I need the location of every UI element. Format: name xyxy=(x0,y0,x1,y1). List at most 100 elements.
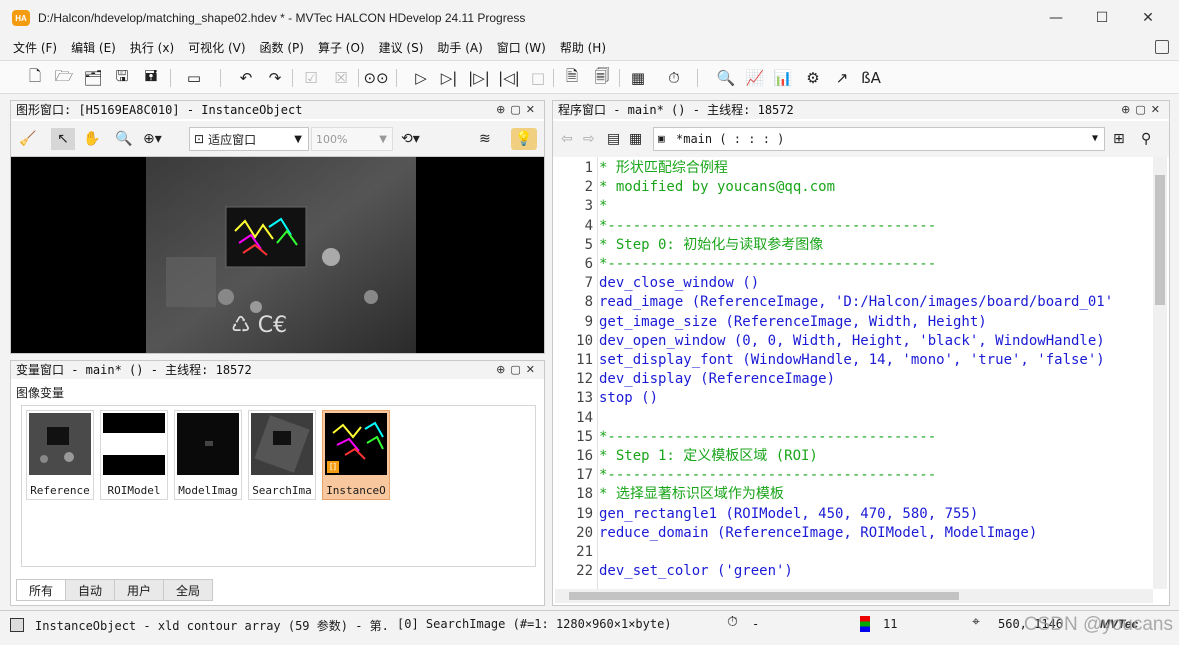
forward-arrow-icon[interactable]: ⇨ xyxy=(583,128,595,150)
zoom-tool-icon[interactable]: 🔍 xyxy=(115,128,132,150)
code-line[interactable]: 3 * xyxy=(555,197,1151,216)
menu-file[interactable]: 文件 (F) xyxy=(13,39,57,56)
tab-user[interactable]: 用户 xyxy=(114,579,165,601)
code-line[interactable]: 15 *-------------------------------------… xyxy=(555,428,1151,447)
run-icon[interactable]: ▷ xyxy=(410,67,432,89)
timer-icon[interactable]: ⏱ xyxy=(663,67,685,89)
procedure-list-icon[interactable]: ▤ xyxy=(607,128,620,150)
save-all-icon[interactable]: 🖬 xyxy=(140,67,162,89)
menu-suggestions[interactable]: 建议 (S) xyxy=(379,39,424,56)
graphics-window-title: 图形窗口: [H5169EA8C010] - InstanceObject xyxy=(11,101,544,119)
reset-program-icon[interactable]: 🗎 xyxy=(561,67,583,89)
menu-operators[interactable]: 算子 (O) xyxy=(318,39,365,56)
lightbulb-icon[interactable]: 💡 xyxy=(511,128,537,150)
fit-window-dropdown[interactable]: ⊡ 适应窗口 ▼ xyxy=(189,127,309,151)
feature-histogram-icon[interactable]: 📊 xyxy=(772,67,794,89)
code-line[interactable]: 11 set_display_font (WindowHandle, 14, 'm… xyxy=(555,351,1151,370)
step-out-icon[interactable]: |◁| xyxy=(498,67,520,89)
thumbnail-model-image[interactable]: ModelImag xyxy=(174,410,242,500)
thumbnail-search-image[interactable]: SearchIma xyxy=(248,410,316,500)
horizontal-scrollbar[interactable] xyxy=(555,589,1153,603)
code-line[interactable]: 21 xyxy=(555,543,1151,562)
code-line[interactable]: 20 reduce_domain (ReferenceImage, ROIMode… xyxy=(555,524,1151,543)
line-number: 14 xyxy=(576,409,593,426)
code-line[interactable]: 2 * modified by youcans@qq.com xyxy=(555,178,1151,197)
code-line[interactable]: 17 *-------------------------------------… xyxy=(555,466,1151,485)
find-binoculars-icon[interactable]: ⊙⊙ xyxy=(363,67,388,89)
deactivate-line-icon[interactable]: ☒ xyxy=(330,67,352,89)
procedure-settings-icon[interactable]: ⊞ xyxy=(1113,128,1125,150)
menu-procedures[interactable]: 函数 (P) xyxy=(260,39,304,56)
activate-line-icon[interactable]: ☑ xyxy=(300,67,322,89)
undo-icon[interactable]: ↶ xyxy=(235,67,257,89)
procedure-edit-icon[interactable]: ⚲ xyxy=(1141,128,1151,150)
maximize-button[interactable]: ☐ xyxy=(1088,6,1116,30)
new-file-icon[interactable]: 🗋 xyxy=(24,67,46,89)
menu-assistants[interactable]: 助手 (A) xyxy=(437,39,482,56)
code-line[interactable]: 18 * 选择显著标识区域作为模板 xyxy=(555,485,1151,504)
record-icon[interactable]: ▭ xyxy=(183,67,205,89)
stop-icon[interactable]: □ xyxy=(527,67,549,89)
menu-execute[interactable]: 执行 (x) xyxy=(130,39,174,56)
thumbnail-instance-object[interactable]: [] InstanceO xyxy=(322,410,390,500)
halcon-logo-icon: HA xyxy=(12,10,30,26)
redo-icon[interactable]: ↷ xyxy=(264,67,286,89)
code-line[interactable]: 9 get_image_size (ReferenceImage, Width, … xyxy=(555,313,1151,332)
zoom-level-dropdown[interactable]: 100% ▼ xyxy=(311,127,393,151)
open-file-icon[interactable]: 🗁 xyxy=(53,67,75,89)
minimize-button[interactable]: — xyxy=(1042,6,1070,30)
thumbnail-reference-image[interactable]: Reference xyxy=(26,410,94,500)
horizontal-scroll-thumb[interactable] xyxy=(569,592,959,600)
code-line[interactable]: 4 *--------------------------------------… xyxy=(555,217,1151,236)
context-help-icon[interactable] xyxy=(1155,40,1169,54)
vertical-scrollbar[interactable] xyxy=(1153,157,1167,589)
panel-controls[interactable]: ⊕▢✕ xyxy=(496,363,540,376)
code-line[interactable]: 8 read_image (ReferenceImage, 'D:/Halcon/… xyxy=(555,293,1151,312)
line-profile-icon[interactable]: ↗ xyxy=(831,67,853,89)
code-line[interactable]: 10 dev_open_window (0, 0, Width, Height, … xyxy=(555,332,1151,351)
menu-help[interactable]: 帮助 (H) xyxy=(560,39,606,56)
profiler-icon[interactable]: ▦ xyxy=(627,67,649,89)
code-line[interactable]: 22 dev_set_color ('green') xyxy=(555,562,1151,581)
panel-controls[interactable]: ⊕▢✕ xyxy=(496,103,540,116)
move-hand-icon[interactable]: ✋ xyxy=(83,128,100,150)
code-line[interactable]: 14 xyxy=(555,409,1151,428)
code-editor[interactable]: 1 * 形状匹配综合例程 2 * modified by youcans@qq.com… xyxy=(555,157,1151,589)
back-arrow-icon[interactable]: ⇦ xyxy=(561,128,573,150)
procedure-dropdown[interactable]: ▣ *main ( : : : ) ▼ xyxy=(653,127,1105,151)
feature-inspection-icon[interactable]: ⚙ xyxy=(802,67,824,89)
zoom-window-icon[interactable]: 🔍 xyxy=(715,67,737,89)
layers-icon[interactable]: ≋ xyxy=(479,128,491,150)
code-line[interactable]: 1 * 形状匹配综合例程 xyxy=(555,159,1151,178)
tab-all[interactable]: 所有 xyxy=(16,579,67,601)
code-line[interactable]: 16 * Step 1: 定义模板区域 (ROI) xyxy=(555,447,1151,466)
clear-window-broom-icon[interactable]: 🧹 xyxy=(19,128,36,150)
vertical-scroll-thumb[interactable] xyxy=(1155,175,1165,305)
checker-icon[interactable]: ▦ xyxy=(629,128,642,150)
code-line[interactable]: 7 dev_close_window () xyxy=(555,274,1151,293)
menu-edit[interactable]: 编辑 (E) xyxy=(71,39,116,56)
ocr-assistant-icon[interactable]: ßA xyxy=(860,67,882,89)
menu-window[interactable]: 窗口 (W) xyxy=(497,39,546,56)
step-over-icon[interactable]: ▷| xyxy=(438,67,460,89)
tab-global[interactable]: 全局 xyxy=(163,579,214,601)
graphics-canvas[interactable]: ♺ C€ xyxy=(11,157,544,353)
code-line[interactable]: 13 stop () xyxy=(555,389,1151,408)
code-line[interactable]: 6 *--------------------------------------… xyxy=(555,255,1151,274)
pointer-tool-icon[interactable]: ↖ xyxy=(51,128,75,150)
close-button[interactable]: ✕ xyxy=(1134,6,1162,30)
panel-controls[interactable]: ⊕▢✕ xyxy=(1121,103,1165,116)
save-icon[interactable]: 🖫 xyxy=(111,67,133,89)
gray-histogram-icon[interactable]: 📈 xyxy=(744,67,766,89)
code-line[interactable]: 12 dev_display (ReferenceImage) xyxy=(555,370,1151,389)
thumbnail-roi-model[interactable]: ROIModel xyxy=(100,410,168,500)
zoom-in-icon[interactable]: ⊕▾ xyxy=(143,128,162,150)
reset-procedure-icon[interactable]: 🗐 xyxy=(591,67,613,89)
menu-visualization[interactable]: 可视化 (V) xyxy=(188,39,245,56)
open-example-icon[interactable]: 🗂 xyxy=(82,67,104,89)
code-line[interactable]: 5 * Step 0: 初始化与读取参考图像 xyxy=(555,236,1151,255)
step-into-icon[interactable]: |▷| xyxy=(468,67,490,89)
draw-shape-icon[interactable]: ⟲▾ xyxy=(401,128,420,150)
tab-auto[interactable]: 自动 xyxy=(65,579,116,601)
code-line[interactable]: 19 gen_rectangle1 (ROIModel, 450, 470, 58… xyxy=(555,505,1151,524)
